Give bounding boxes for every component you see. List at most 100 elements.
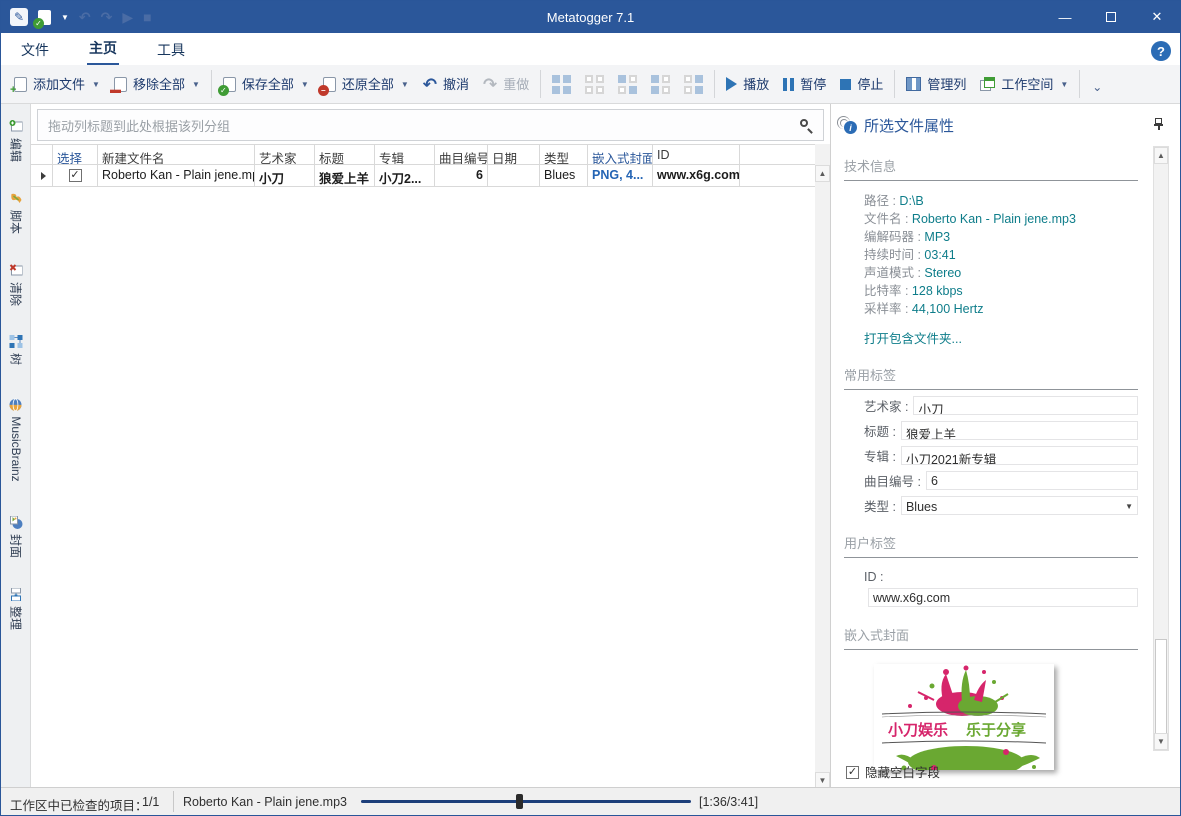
sidebar-item-musicbrainz[interactable]: MusicBrainz xyxy=(1,384,31,496)
cell-cover-link[interactable]: PNG, 4... xyxy=(588,165,653,186)
title-input[interactable]: 狼爱上羊 xyxy=(900,421,1138,440)
qat-redo-icon[interactable]: ↷ xyxy=(101,10,113,24)
chevron-down-icon: ▼ xyxy=(191,79,200,89)
cell-track[interactable]: 6 xyxy=(435,165,488,186)
sidebar-item-organize[interactable]: 整理 xyxy=(1,578,31,640)
artist-field-row: 艺术家 : 小刀 xyxy=(864,396,1138,415)
manage-columns-button[interactable]: 管理列 xyxy=(899,72,973,96)
qat-undo-icon[interactable]: ↶ xyxy=(79,10,91,24)
save-all-button[interactable]: ✓ 保存全部 ▼ xyxy=(216,72,316,97)
select-none-button[interactable] xyxy=(578,70,611,99)
cell-id[interactable]: www.x6g.com xyxy=(653,165,740,186)
sidebar-item-edit[interactable]: 编辑 xyxy=(1,110,31,172)
collapse-ribbon-icon[interactable]: ⌄ xyxy=(1092,80,1102,94)
track-label: 曲目编号 : xyxy=(864,475,921,489)
hide-empty-checkbox[interactable]: ✓ xyxy=(846,765,859,779)
tab-tools[interactable]: 工具 xyxy=(155,34,187,65)
pause-button[interactable]: 暂停 xyxy=(776,73,833,96)
column-header-title[interactable]: 标题 xyxy=(315,145,375,164)
stop-button[interactable]: 停止 xyxy=(833,73,890,96)
playback-slider[interactable] xyxy=(361,788,691,815)
cell-album[interactable]: 小刀2... xyxy=(375,165,435,186)
qat-save-all-icon[interactable]: ✓ xyxy=(33,9,51,29)
undo-button[interactable]: ↶ 撤消 xyxy=(416,71,476,98)
field-label: 比特率 : xyxy=(864,284,912,298)
sidebar-item-tree[interactable]: 树 xyxy=(1,326,31,374)
play-button[interactable]: 播放 xyxy=(719,72,776,96)
file-properties-icon: i xyxy=(837,116,857,134)
chevron-down-icon: ▼ xyxy=(1125,502,1133,511)
toolbar-separator xyxy=(540,70,542,98)
pin-icon[interactable] xyxy=(1154,118,1164,130)
cell-genre[interactable]: Blues xyxy=(540,165,588,186)
column-header-album[interactable]: 专辑 xyxy=(375,145,435,164)
genre-select[interactable]: Blues ▼ xyxy=(900,496,1138,515)
checked-items-count: 1/1 xyxy=(142,795,160,809)
qat-dropdown-icon[interactable]: ▼ xyxy=(61,13,69,22)
tech-field-bitrate: 比特率 : 128 kbps xyxy=(864,282,1138,300)
close-button[interactable]: ✕ xyxy=(1134,1,1180,33)
track-input[interactable]: 6 xyxy=(925,471,1138,490)
select-all-button[interactable] xyxy=(545,70,578,99)
scroll-up-icon[interactable]: ▲ xyxy=(815,165,830,182)
restore-all-button[interactable]: – 还原全部 ▼ xyxy=(316,72,416,97)
cell-date[interactable] xyxy=(488,165,540,186)
select-left-column-button[interactable] xyxy=(644,70,677,99)
grid-vertical-scrollbar[interactable]: ▲ ▼ xyxy=(815,144,830,789)
row-select-cell[interactable]: ✓ xyxy=(53,165,98,186)
redo-button[interactable]: ↷ 重做 xyxy=(476,71,536,98)
panel-scrollbar[interactable]: ▲ ▼ xyxy=(1153,146,1169,751)
search-icon[interactable] xyxy=(799,118,813,134)
window-title: Metatogger 7.1 xyxy=(546,9,635,25)
hide-empty-fields-row[interactable]: ✓ 隐藏空白字段 xyxy=(846,762,940,781)
artist-input[interactable]: 小刀 xyxy=(913,396,1138,415)
sidebar-item-script[interactable]: 脚本 xyxy=(1,182,31,244)
album-art[interactable]: 小刀娱乐 乐于分享 xyxy=(874,664,1054,778)
play-label: 播放 xyxy=(743,76,770,92)
minimize-button[interactable]: — xyxy=(1042,1,1088,33)
playback-thumb[interactable] xyxy=(516,794,524,809)
column-header-select[interactable]: 选择 xyxy=(53,145,98,164)
table-row[interactable]: ✓ Roberto Kan - Plain jene.mp3 小刀 狼爱上羊 小… xyxy=(31,165,815,187)
id-input[interactable]: www.x6g.com xyxy=(868,588,1138,607)
scroll-up-icon[interactable]: ▲ xyxy=(1154,147,1168,164)
quick-access-toolbar: ✎ ✓ ▼ ↶ ↷ ▶ ■ xyxy=(1,8,152,29)
qat-play-icon[interactable]: ▶ xyxy=(122,10,133,24)
workspace-button[interactable]: 工作空间 ▼ xyxy=(973,72,1075,96)
qat-stop-icon[interactable]: ■ xyxy=(143,10,151,24)
column-header-filename[interactable]: 新建文件名 xyxy=(98,145,255,164)
album-input[interactable]: 小刀2021新专辑 xyxy=(900,446,1138,465)
cell-artist[interactable]: 小刀 xyxy=(255,165,315,186)
help-button[interactable]: ? xyxy=(1151,41,1171,61)
cell-filename[interactable]: Roberto Kan - Plain jene.mp3 xyxy=(98,165,255,186)
field-label: 持续时间 : xyxy=(864,248,925,262)
group-by-bar[interactable]: 拖动列标题到此处根据该列分组 xyxy=(37,109,824,141)
column-header-id[interactable]: ID xyxy=(653,145,740,164)
column-header-artist[interactable]: 艺术家 xyxy=(255,145,315,164)
tab-file[interactable]: 文件 xyxy=(19,34,51,65)
select-right-column-button[interactable] xyxy=(677,70,710,99)
column-header-genre[interactable]: 类型 xyxy=(540,145,588,164)
field-label: 文件名 : xyxy=(864,212,912,226)
row-checkbox[interactable]: ✓ xyxy=(68,169,82,182)
column-header-cover[interactable]: 嵌入式封面 xyxy=(588,145,653,164)
column-header-track[interactable]: 曲目编号 xyxy=(435,145,488,164)
invert-selection-button[interactable] xyxy=(611,70,644,99)
album-field-row: 专辑 : 小刀2021新专辑 xyxy=(864,446,1138,465)
add-files-button[interactable]: + 添加文件 ▼ xyxy=(7,72,107,97)
column-header-date[interactable]: 日期 xyxy=(488,145,540,164)
scroll-down-icon[interactable]: ▼ xyxy=(1154,733,1168,750)
genre-field-row: 类型 : Blues ▼ xyxy=(864,496,1138,515)
sidebar-item-cover[interactable]: 封面 xyxy=(1,506,31,568)
maximize-button[interactable] xyxy=(1088,1,1134,33)
tab-home[interactable]: 主页 xyxy=(87,32,119,66)
cell-title[interactable]: 狼爱上羊 xyxy=(315,165,375,186)
remove-all-button[interactable]: ▬ 移除全部 ▼ xyxy=(107,72,207,97)
title-label: 标题 : xyxy=(864,425,896,439)
add-file-icon: + xyxy=(10,76,27,95)
open-containing-folder-link[interactable]: 打开包含文件夹... xyxy=(864,328,1138,347)
sidebar-item-label: 编辑 xyxy=(8,137,23,163)
sidebar-item-clear[interactable]: 清除 xyxy=(1,254,31,316)
scrollbar-thumb[interactable] xyxy=(1155,639,1167,735)
track-field-row: 曲目编号 : 6 xyxy=(864,471,1138,490)
